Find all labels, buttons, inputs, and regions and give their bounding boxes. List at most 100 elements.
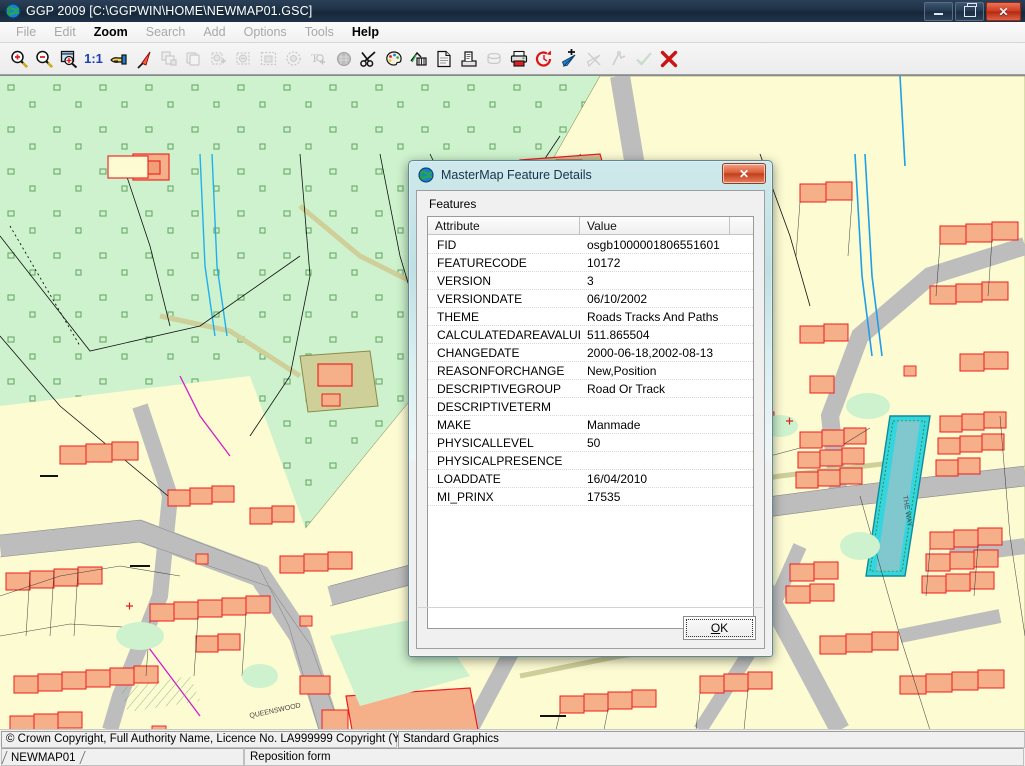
table-row[interactable]: CALCULATEDAREAVALUE 511.865504 xyxy=(428,326,753,344)
zoom-out-icon[interactable] xyxy=(31,46,56,72)
column-header-value[interactable]: Value xyxy=(580,217,730,234)
cell-value: 16/04/2010 xyxy=(587,471,648,486)
globe-icon xyxy=(5,3,21,19)
ok-button-accel: O xyxy=(710,621,721,635)
table-row[interactable]: CHANGEDATE 2000-06-18,2002-08-13 xyxy=(428,344,753,362)
menu-item-help[interactable]: Help xyxy=(343,23,388,41)
palette-icon[interactable] xyxy=(381,46,406,72)
print-icon[interactable] xyxy=(506,46,531,72)
status-graphics: Standard Graphics xyxy=(398,730,1025,748)
north-arrow-icon[interactable] xyxy=(131,46,156,72)
close-icon: ✕ xyxy=(998,4,1009,19)
cut-tool-icon[interactable] xyxy=(356,46,381,72)
add-node-icon xyxy=(206,46,231,72)
cell-attribute: MAKE xyxy=(437,417,472,432)
ok-button-label: K xyxy=(720,621,729,635)
cell-value: 50 xyxy=(587,435,601,450)
document-tab-newmap01[interactable]: NEWMAP01 xyxy=(8,750,79,765)
attributes-listview[interactable]: Attribute Value FID osgb1000001806551601 F… xyxy=(427,216,754,629)
cancel-cross-icon[interactable] xyxy=(656,46,681,72)
table-row[interactable]: DESCRIPTIVETERM xyxy=(428,398,753,416)
cell-attribute: REASONFORCHANGE xyxy=(437,363,565,378)
svg-text:T: T xyxy=(311,51,319,65)
cell-attribute: FEATURECODE xyxy=(437,255,527,270)
table-row[interactable]: REASONFORCHANGE New,Position xyxy=(428,362,753,380)
zoom-in-icon[interactable] xyxy=(6,46,31,72)
edit-node-icon xyxy=(231,46,256,72)
column-header-extra[interactable] xyxy=(730,217,753,234)
dialog-close-button[interactable]: ✕ xyxy=(722,163,766,184)
cell-attribute: PHYSICALLEVEL xyxy=(437,435,534,450)
toolbar: 1:1 T xyxy=(0,43,1025,75)
menu-item-options[interactable]: Options xyxy=(235,23,296,41)
dialog-title-text: MasterMap Feature Details xyxy=(441,167,592,182)
minimize-button[interactable] xyxy=(924,2,953,21)
table-row[interactable]: FID osgb1000001806551601 xyxy=(428,236,753,254)
copy-object-icon xyxy=(156,46,181,72)
zoom-one-to-one-icon[interactable]: 1:1 xyxy=(81,46,106,72)
table-row[interactable]: FEATURECODE 10172 xyxy=(428,254,753,272)
document-tab-bar: NEWMAP01 Reposition form xyxy=(0,748,1025,766)
table-row[interactable]: DESCRIPTIVEGROUP Road Or Track xyxy=(428,380,753,398)
add-point-icon[interactable] xyxy=(556,46,581,72)
table-row[interactable]: VERSIONDATE 06/10/2002 xyxy=(428,290,753,308)
cell-attribute: VERSION xyxy=(437,273,492,288)
report-icon[interactable] xyxy=(456,46,481,72)
cell-attribute: CALCULATEDAREAVALUE xyxy=(437,327,580,342)
menu-bar: File Edit Zoom Search Add Options Tools … xyxy=(0,22,1025,43)
document-icon[interactable] xyxy=(431,46,456,72)
cell-attribute: DESCRIPTIVEGROUP xyxy=(437,381,562,396)
dialog-body: Features Attribute Value FID osgb10000018… xyxy=(416,190,765,649)
dialog-title-bar: MasterMap Feature Details ✕ xyxy=(409,161,772,188)
cell-value: Road Or Track xyxy=(587,381,666,396)
refresh-icon[interactable] xyxy=(531,46,556,72)
menu-item-tools[interactable]: Tools xyxy=(296,23,343,41)
menu-item-add[interactable]: Add xyxy=(194,23,234,41)
menu-item-edit[interactable]: Edit xyxy=(45,23,85,41)
pan-hand-icon[interactable] xyxy=(106,46,131,72)
table-row[interactable]: MAKE Manmade xyxy=(428,416,753,434)
dialog-separator xyxy=(418,607,763,608)
cell-attribute: DESCRIPTIVETERM xyxy=(437,399,552,414)
cell-value: 2000-06-18,2002-08-13 xyxy=(587,345,714,360)
cell-attribute: CHANGEDATE xyxy=(437,345,520,360)
column-header-attribute[interactable]: Attribute xyxy=(428,217,580,234)
snap-icon xyxy=(606,46,631,72)
listview-rows: FID osgb1000001806551601 FEATURECODE 10172 V… xyxy=(428,236,753,628)
table-row[interactable]: LOADDATE 16/04/2010 xyxy=(428,470,753,488)
globe-icon xyxy=(418,167,434,182)
cell-attribute: VERSIONDATE xyxy=(437,291,523,306)
restore-button[interactable] xyxy=(955,2,984,21)
cell-attribute: THEME xyxy=(437,309,479,324)
menu-item-zoom[interactable]: Zoom xyxy=(85,23,137,41)
document-tab-zone[interactable]: NEWMAP01 xyxy=(1,748,244,766)
listview-header: Attribute Value xyxy=(428,217,753,235)
cell-value: 17535 xyxy=(587,489,621,504)
table-row[interactable]: THEME Roads Tracks And Paths xyxy=(428,308,753,326)
delete-point-icon xyxy=(581,46,606,72)
table-row[interactable]: PHYSICALPRESENCE xyxy=(428,452,753,470)
table-row[interactable]: VERSION 3 xyxy=(428,272,753,290)
table-row[interactable]: MI_PRINX 17535 xyxy=(428,488,753,506)
menu-item-search[interactable]: Search xyxy=(137,23,195,41)
cell-value: Manmade xyxy=(587,417,641,432)
select-area-icon xyxy=(256,46,281,72)
zoom-to-window-icon[interactable] xyxy=(56,46,81,72)
ok-button[interactable]: OK xyxy=(683,616,756,640)
cell-value: 10172 xyxy=(587,255,621,270)
close-button[interactable]: ✕ xyxy=(986,2,1021,21)
close-icon: ✕ xyxy=(738,166,750,181)
table-row[interactable]: PHYSICALLEVEL 50 xyxy=(428,434,753,452)
zoom-ratio-label: 1:1 xyxy=(84,51,103,66)
circle-select-icon xyxy=(281,46,306,72)
cell-value: osgb1000001806551601 xyxy=(587,237,720,252)
cell-value: 06/10/2002 xyxy=(587,291,648,306)
application-window: GGP 2009 [C:\GGPWIN\HOME\NEWMAP01.GSC] ✕… xyxy=(0,0,1025,766)
menu-item-file[interactable]: File xyxy=(7,23,45,41)
window-title-bar: GGP 2009 [C:\GGPWIN\HOME\NEWMAP01.GSC] ✕ xyxy=(0,0,1025,23)
measure-icon[interactable] xyxy=(406,46,431,72)
cell-attribute: FID xyxy=(437,237,457,252)
fill-pattern-icon xyxy=(331,46,356,72)
status-copyright: © Crown Copyright, Full Authority Name, … xyxy=(1,730,419,748)
duplicate-layers-icon xyxy=(181,46,206,72)
